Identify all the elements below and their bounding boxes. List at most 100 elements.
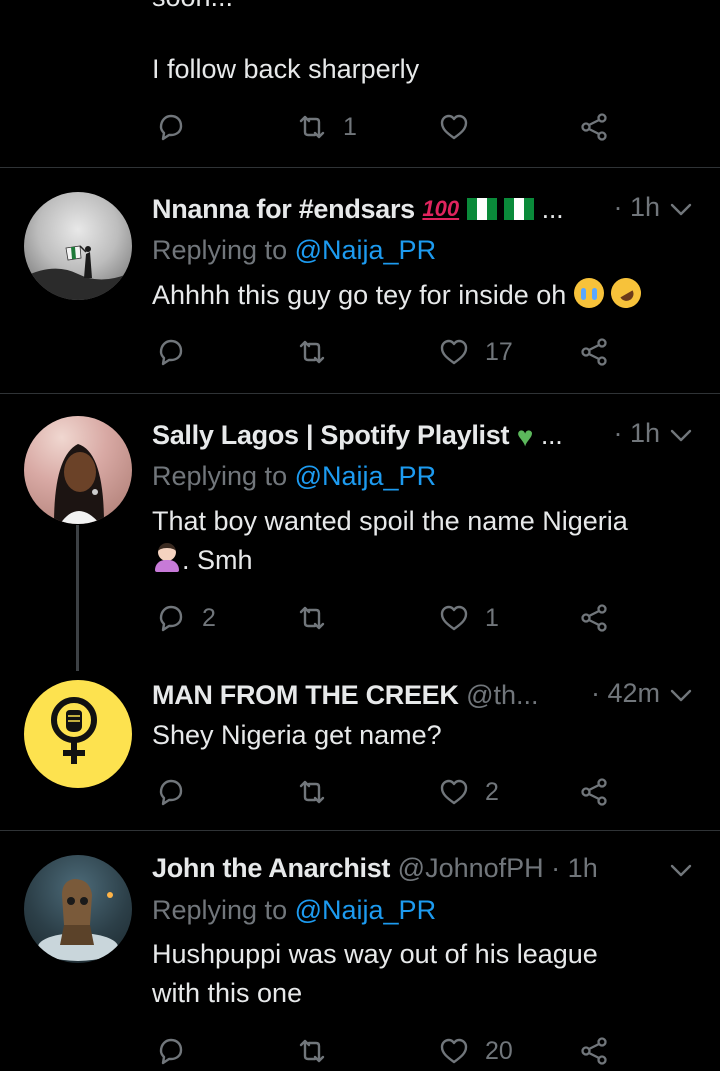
heart-icon — [440, 339, 468, 365]
retweet-button[interactable] — [295, 1031, 329, 1071]
tweet-text: I follow back sharperly — [152, 54, 420, 84]
green-heart-emoji: ♥ — [516, 420, 534, 452]
retweet-icon — [299, 606, 325, 630]
timestamp[interactable]: 1h — [630, 192, 660, 222]
reply-count: 2 — [202, 603, 216, 632]
handle[interactable]: @th... — [466, 680, 538, 710]
reply-icon — [159, 114, 183, 141]
replying-prefix: Replying to — [152, 235, 288, 265]
like-button[interactable]: 17 — [437, 332, 513, 372]
reply-button[interactable] — [154, 1031, 188, 1071]
separator-dot: · — [551, 853, 561, 883]
display-name[interactable]: Sally Lagos | Spotify Playlist — [152, 420, 509, 450]
like-count: 17 — [485, 337, 513, 366]
separator-dot: · — [613, 418, 623, 448]
tweet-text-end: . Smh — [182, 545, 253, 575]
handle[interactable]: @JohnofPH — [398, 853, 544, 883]
tweet-text-line: . Smh — [152, 541, 680, 580]
tweet-text-line: Hushpuppi was way out of his league — [152, 939, 598, 969]
tweet-meta: · 42m — [591, 678, 660, 709]
tweet[interactable]: MAN FROM THE CREEK @th... · 42m Shey Nig… — [0, 662, 720, 830]
like-count: 2 — [485, 777, 499, 806]
feminist-fist-icon — [51, 697, 97, 764]
retweet-icon — [299, 780, 325, 804]
share-icon — [581, 338, 607, 366]
display-name[interactable]: Nnanna for #endsars — [152, 194, 415, 224]
profile-photo-icon — [54, 444, 104, 524]
tweet-meta: · 1h — [613, 192, 660, 223]
like-count: 20 — [485, 1036, 513, 1065]
like-count: 1 — [485, 603, 499, 632]
mention-link[interactable]: @Naija_PR — [295, 461, 436, 491]
mention-link[interactable]: @Naija_PR — [295, 895, 436, 925]
tweet-text: Ahhhh this guy go tey for inside oh — [152, 272, 680, 315]
replying-to: Replying to @Naija_PR — [152, 459, 436, 493]
like-button[interactable]: 2 — [437, 772, 499, 812]
separator-dot: · — [590, 678, 600, 708]
like-button[interactable] — [437, 107, 471, 147]
heart-icon — [440, 779, 468, 805]
avatar[interactable] — [24, 192, 132, 300]
share-button[interactable] — [577, 332, 611, 372]
tweet-text-line: with this one — [152, 978, 303, 1008]
chevron-down-icon[interactable] — [668, 422, 694, 448]
reply-icon — [159, 605, 183, 632]
reply-button[interactable] — [154, 107, 188, 147]
nigeria-flag-emoji — [466, 198, 497, 220]
heart-icon — [440, 605, 468, 631]
tweet[interactable]: John the Anarchist @JohnofPH · 1h Replyi… — [0, 831, 720, 1065]
tweet-header: Sally Lagos | Spotify Playlist ♥ ... — [152, 418, 690, 454]
timestamp[interactable]: 1h — [630, 418, 660, 448]
replying-prefix: Replying to — [152, 895, 288, 925]
reply-icon — [159, 339, 183, 366]
replying-prefix: Replying to — [152, 461, 288, 491]
chevron-down-icon[interactable] — [668, 196, 694, 222]
tweet-text-body: Ahhhh this guy go tey for inside oh — [152, 280, 567, 310]
tweet-actions: 2 1 — [152, 598, 632, 638]
reply-button[interactable] — [154, 772, 188, 812]
retweet-icon — [299, 115, 325, 139]
hundred-points-emoji: 100 — [422, 196, 460, 221]
tweet[interactable]: Nnanna for #endsars 100 ... · 1h Replyin… — [0, 168, 720, 393]
share-button[interactable] — [577, 772, 611, 812]
tweet-text: Shey Nigeria get name? — [152, 720, 442, 750]
tweet-actions: 1 — [152, 107, 632, 147]
like-button[interactable]: 20 — [437, 1031, 513, 1071]
mention-link[interactable]: @Naija_PR — [295, 235, 436, 265]
share-button[interactable] — [577, 107, 611, 147]
share-button[interactable] — [577, 598, 611, 638]
tweet-partial[interactable]: soon... I follow back sharperly 1 — [0, 0, 720, 166]
tweet-header: John the Anarchist @JohnofPH · 1h — [152, 851, 690, 885]
retweet-button[interactable] — [295, 598, 329, 638]
avatar[interactable] — [24, 680, 132, 788]
timestamp[interactable]: 42m — [607, 678, 660, 708]
like-button[interactable]: 1 — [437, 598, 499, 638]
display-name[interactable]: MAN FROM THE CREEK — [152, 680, 459, 710]
nigeria-flag-emoji — [504, 198, 535, 220]
avatar[interactable] — [24, 855, 132, 963]
display-name[interactable]: John the Anarchist — [152, 853, 390, 883]
timestamp[interactable]: 1h — [568, 853, 598, 883]
retweet-button[interactable] — [295, 772, 329, 812]
tweet-text: That boy wanted spoil the name Nigeria .… — [152, 502, 680, 580]
tweet-actions: 17 — [152, 332, 632, 372]
share-button[interactable] — [577, 1031, 611, 1071]
retweet-icon — [299, 340, 325, 364]
chevron-down-icon[interactable] — [668, 857, 694, 883]
name-ellipsis: ... — [540, 420, 563, 450]
chevron-down-icon[interactable] — [668, 682, 694, 708]
avatar[interactable] — [24, 416, 132, 524]
tweet[interactable]: Sally Lagos | Spotify Playlist ♥ ... · 1… — [0, 394, 720, 662]
tweet-header: Nnanna for #endsars 100 ... — [152, 192, 690, 226]
share-icon — [581, 113, 607, 141]
reply-button[interactable]: 2 — [154, 598, 216, 638]
retweet-count: 1 — [343, 112, 357, 141]
rolling-laughing-emoji — [605, 272, 647, 314]
reply-button[interactable] — [154, 332, 188, 372]
retweet-button[interactable] — [295, 332, 329, 372]
share-icon — [581, 778, 607, 806]
retweet-button[interactable]: 1 — [295, 107, 357, 147]
groot-photo-icon — [38, 879, 118, 961]
tweet-meta: · 1h — [613, 418, 660, 449]
tweet-text-line: That boy wanted spoil the name Nigeria — [152, 506, 628, 536]
